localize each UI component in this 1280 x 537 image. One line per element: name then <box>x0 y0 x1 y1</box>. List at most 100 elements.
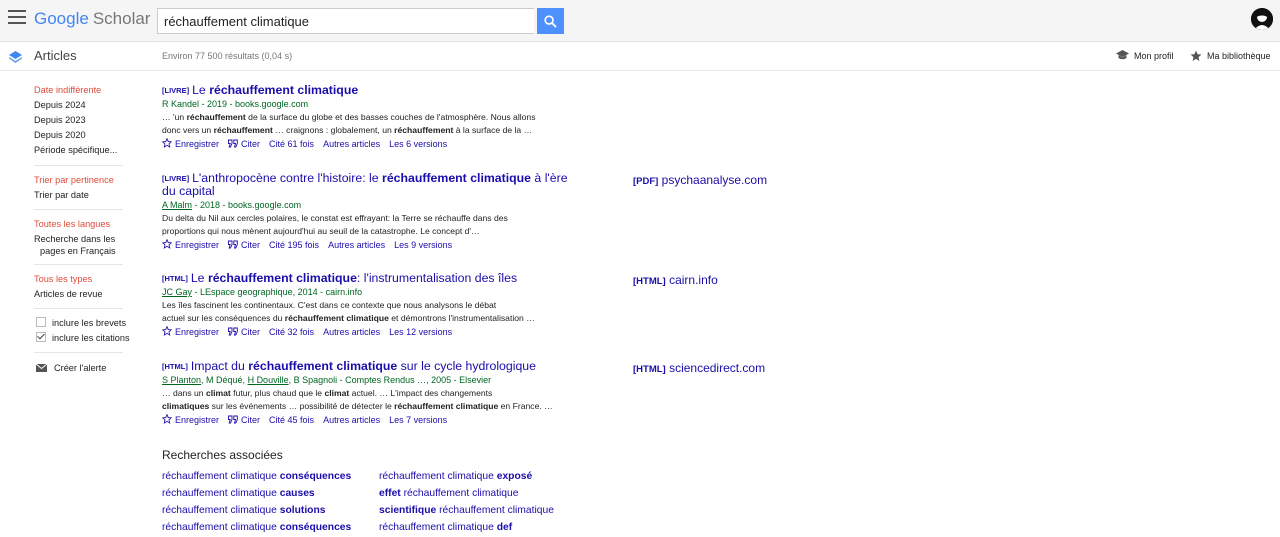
checkbox-checked[interactable] <box>36 332 46 342</box>
related-search-link[interactable]: réchauffement climatique solutions <box>162 505 325 516</box>
result-title[interactable]: [HTML] Impact du réchauffement climatique… <box>162 360 572 373</box>
cite-label: Citer <box>241 139 261 149</box>
save-label: Enregistrer <box>175 240 220 250</box>
fulltext-domain: sciencedirect.com <box>669 361 766 375</box>
avatar[interactable] <box>1251 8 1273 30</box>
related-search-link[interactable]: scientifique réchauffement climatique <box>379 505 554 516</box>
related-search-link[interactable]: réchauffement climatique conséquences <box>162 522 351 533</box>
cited-by-link[interactable]: Cité 45 fois <box>269 415 314 425</box>
divider <box>34 165 123 166</box>
result-actions: Enregistrer Citer Cité 195 fois Autres arti… <box>161 238 572 250</box>
snippet-line: climatiques sur les événements … possibi… <box>162 401 553 411</box>
result-type-badge: [HTML] <box>162 274 188 283</box>
cite-button[interactable]: Citer <box>228 240 260 250</box>
result-actions: Enregistrer Citer Cité 32 fois Autres artic… <box>161 325 572 337</box>
result-title[interactable]: [HTML] Le réchauffement climatique: l'ins… <box>162 272 572 285</box>
fulltext-link[interactable]: [HTML] cairn.info <box>633 273 718 287</box>
save-label: Enregistrer <box>175 415 220 425</box>
snippet-line: actuel sur les conséquences du réchauffe… <box>162 313 535 323</box>
create-alert-label: Créer l'alerte <box>54 363 107 373</box>
related-search-link[interactable]: réchauffement climatique def <box>379 522 512 533</box>
title-highlight: réchauffement climatique <box>209 83 359 97</box>
result-title[interactable]: [LIVRE] Le réchauffement climatique <box>162 84 572 97</box>
result-snippet: Les îles fascinent les continentaux. C'e… <box>162 299 572 325</box>
cited-by-link[interactable]: Cité 195 fois <box>269 240 319 250</box>
related-articles-link[interactable]: Autres articles <box>323 327 380 337</box>
create-alert-button[interactable]: Créer l'alerte <box>35 362 107 374</box>
related-search-link[interactable]: effet réchauffement climatique <box>379 488 518 499</box>
search-button[interactable] <box>537 8 564 34</box>
menu-icon[interactable] <box>8 10 26 26</box>
related-articles-link[interactable]: Autres articles <box>323 415 380 425</box>
include-patents-label: inclure les brevets <box>52 318 127 328</box>
include-citations-checkbox[interactable]: inclure les citations <box>36 332 130 344</box>
fulltext-link[interactable]: [HTML] sciencedirect.com <box>633 361 765 375</box>
sort-date[interactable]: Trier par date <box>34 189 89 201</box>
star-outline-icon <box>161 137 173 148</box>
result-actions: Enregistrer Citer Cité 61 fois Autres artic… <box>161 137 572 149</box>
related-articles-link[interactable]: Autres articles <box>323 139 380 149</box>
filter-since-2020[interactable]: Depuis 2020 <box>34 129 86 141</box>
cite-label: Citer <box>241 240 261 250</box>
fulltext-link[interactable]: [PDF] psychaanalyse.com <box>633 173 767 187</box>
title-highlight: réchauffement climatique <box>248 359 398 373</box>
cite-button[interactable]: Citer <box>228 139 260 149</box>
snippet-line: … dans un climat futur, plus chaud que l… <box>162 388 493 398</box>
versions-link[interactable]: Les 9 versions <box>394 240 452 250</box>
google-scholar-logo[interactable]: Google Scholar <box>34 9 150 29</box>
related-search-link[interactable]: réchauffement climatique conséquences <box>162 471 351 482</box>
result-authors: R Kandel - 2019 - books.google.com <box>162 99 309 109</box>
filter-since-2024[interactable]: Depuis 2024 <box>34 99 86 111</box>
my-library-link[interactable]: Ma bibliothèque <box>1190 50 1271 62</box>
lang-all[interactable]: Toutes les langues <box>34 218 110 230</box>
result-type-badge: [HTML] <box>162 362 188 371</box>
snippet-line: proportions qui nous mènent aujourd'hui … <box>162 226 480 236</box>
result-authors: JC Gay - LEspace geographique, 2014 - ca… <box>162 287 363 297</box>
include-patents-checkbox[interactable]: inclure les brevets <box>36 317 126 329</box>
search-input[interactable] <box>157 8 534 34</box>
result-item: [LIVRE] Le réchauffement climatique R Kand… <box>161 84 572 149</box>
related-articles-link[interactable]: Autres articles <box>328 240 385 250</box>
cite-button[interactable]: Citer <box>228 327 260 337</box>
save-button[interactable]: Enregistrer <box>161 413 220 425</box>
related-search-link[interactable]: réchauffement climatique causes <box>162 488 315 499</box>
type-review-articles[interactable]: Articles de revue <box>34 288 102 300</box>
logo-scholar: Scholar <box>92 9 151 28</box>
lang-french-line2: pages en Français <box>40 246 116 256</box>
quote-icon <box>228 415 238 424</box>
cite-label: Citer <box>241 327 261 337</box>
cite-button[interactable]: Citer <box>228 415 260 425</box>
star-icon <box>1190 50 1202 61</box>
my-profile-label: Mon profil <box>1134 50 1174 61</box>
fulltext-domain: cairn.info <box>669 273 718 287</box>
result-title[interactable]: [LIVRE] L'anthropocène contre l'histoire:… <box>162 172 572 198</box>
save-button[interactable]: Enregistrer <box>161 238 220 250</box>
result-authors: S Planton, M Déqué, H Douville, B Spagno… <box>162 375 492 385</box>
checkbox-unchecked[interactable] <box>36 317 46 327</box>
versions-link[interactable]: Les 7 versions <box>389 415 447 425</box>
result-authors: A Malm - 2018 - books.google.com <box>162 200 302 210</box>
title-part: Le <box>190 271 208 285</box>
star-outline-icon <box>161 325 173 336</box>
cited-by-link[interactable]: Cité 32 fois <box>269 327 314 337</box>
graduation-cap-icon <box>1116 50 1129 60</box>
related-searches-title: Recherches associées <box>162 448 283 462</box>
type-all[interactable]: Tous les types <box>34 273 92 285</box>
user-avatar-icon <box>1251 8 1273 30</box>
versions-link[interactable]: Les 6 versions <box>389 139 447 149</box>
related-search-link[interactable]: réchauffement climatique exposé <box>379 471 532 482</box>
my-profile-link[interactable]: Mon profil <box>1116 50 1174 61</box>
divider <box>34 209 123 210</box>
filter-date-any[interactable]: Date indifférente <box>34 84 101 96</box>
envelope-icon <box>35 363 48 372</box>
save-label: Enregistrer <box>175 139 220 149</box>
save-button[interactable]: Enregistrer <box>161 137 220 149</box>
snippet-line: … 'un réchauffement de la surface du glo… <box>162 112 536 122</box>
filter-since-2023[interactable]: Depuis 2023 <box>34 114 86 126</box>
versions-link[interactable]: Les 12 versions <box>389 327 452 337</box>
cited-by-link[interactable]: Cité 61 fois <box>269 139 314 149</box>
sort-relevance[interactable]: Trier par pertinence <box>34 174 114 186</box>
lang-french[interactable]: Recherche dans les pages en Français <box>34 233 116 257</box>
save-button[interactable]: Enregistrer <box>161 325 219 337</box>
filter-custom-range[interactable]: Période spécifique... <box>34 144 117 156</box>
